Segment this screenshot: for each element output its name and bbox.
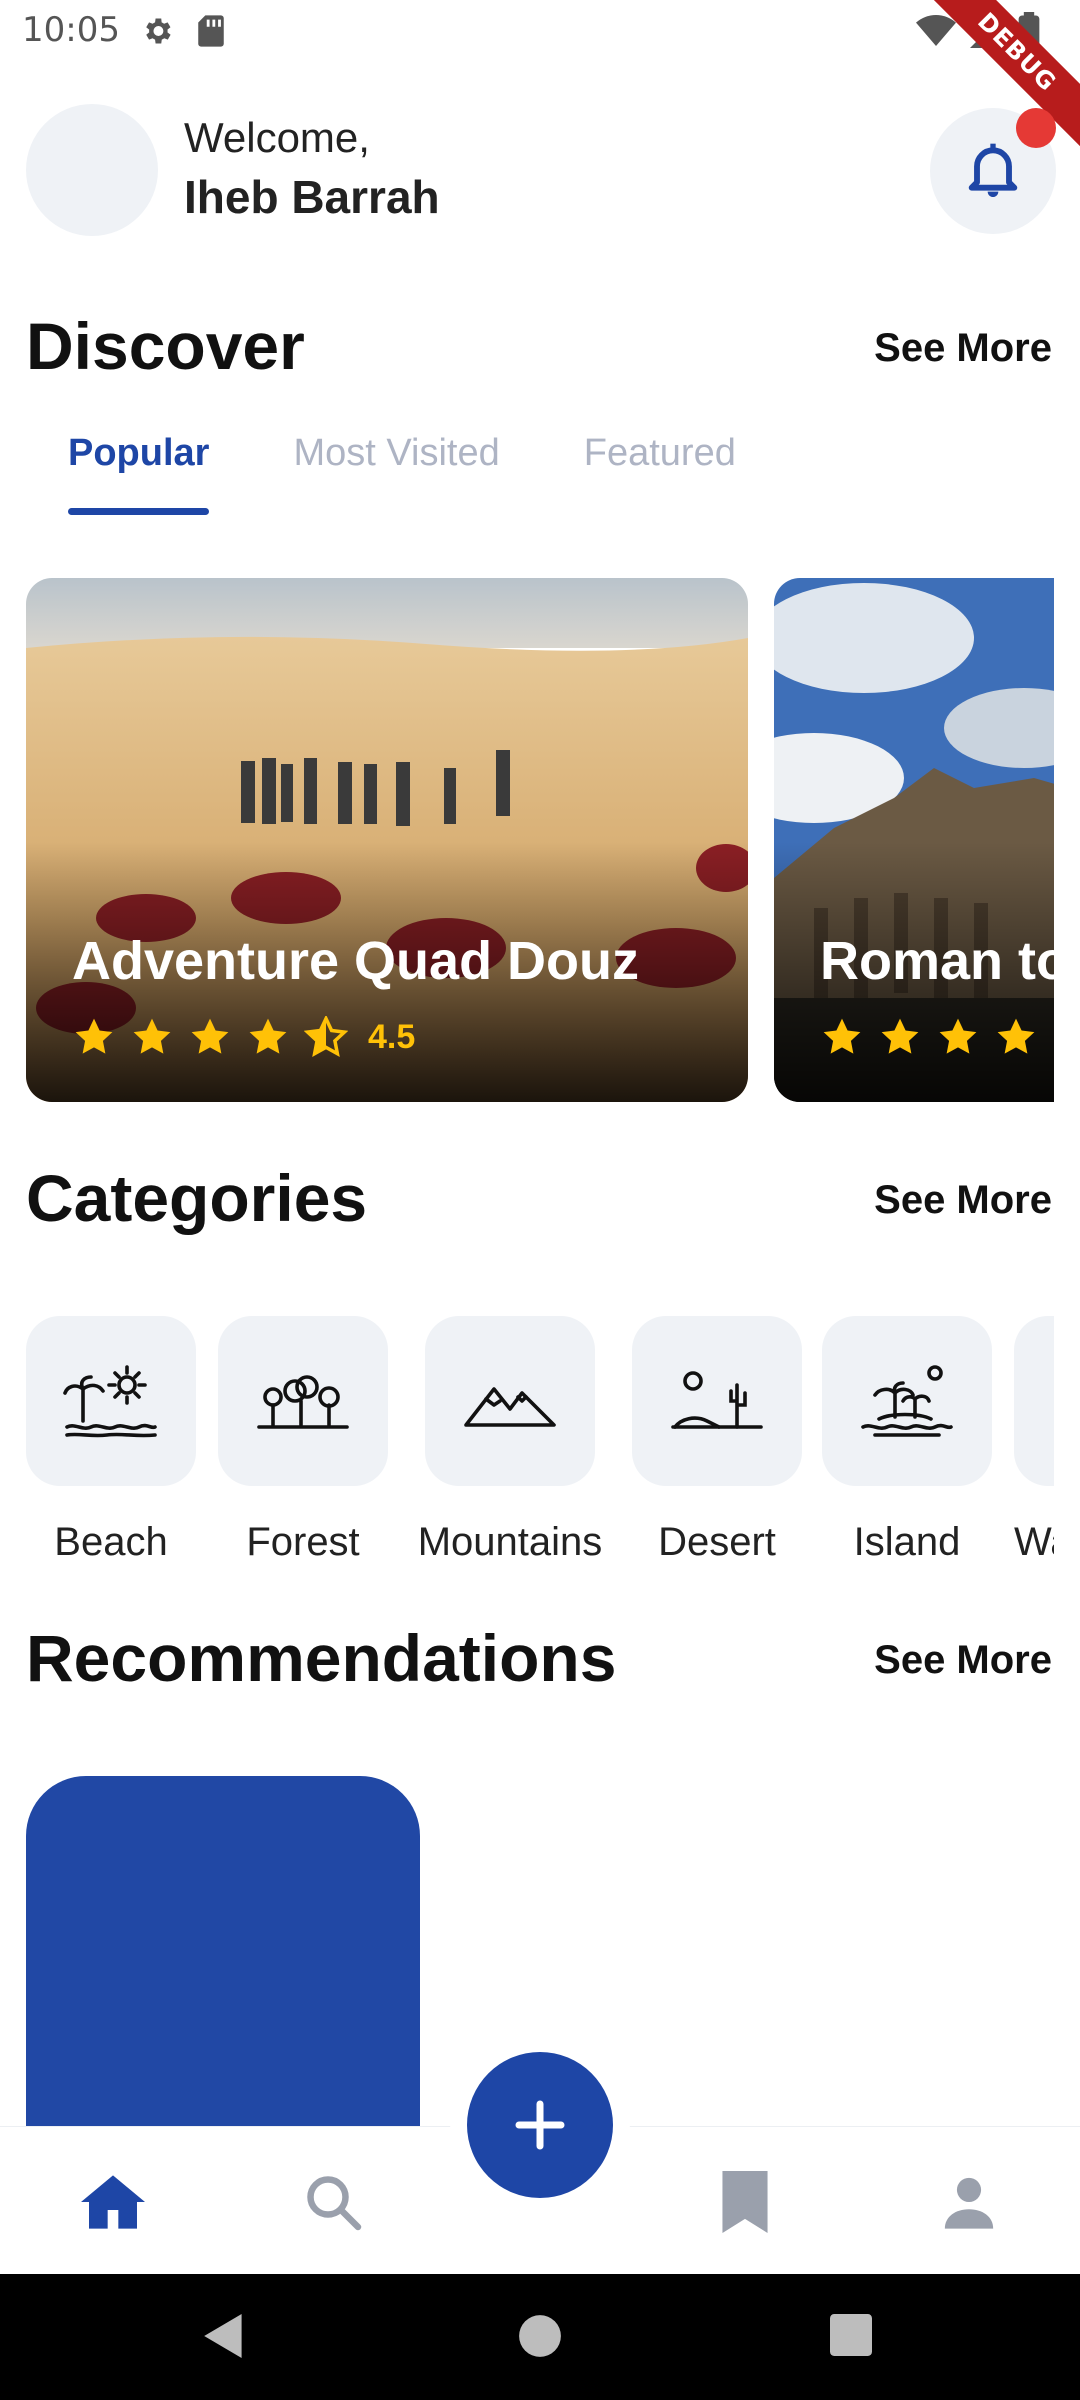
recommendations-title: Recommendations	[26, 1621, 617, 1695]
category-label: Island	[853, 1520, 961, 1564]
category-island[interactable]: Island	[822, 1316, 992, 1565]
discover-tabs: Popular Most Visited Featured	[68, 432, 736, 515]
nav-profile[interactable]	[934, 2167, 1004, 2237]
avatar[interactable]	[26, 104, 158, 236]
destination-card[interactable]: Roman to	[774, 578, 1054, 1102]
categories-title: Categories	[26, 1161, 368, 1235]
system-navigation-bar	[0, 2274, 1080, 2400]
category-waterfall[interactable]: Wa	[1014, 1316, 1054, 1565]
header: Welcome, Iheb Barrah	[26, 104, 1056, 236]
wifi-icon	[916, 14, 956, 53]
star-rating: 4.5	[72, 1016, 415, 1058]
waterfall-icon	[1051, 1361, 1054, 1441]
notification-dot	[1016, 108, 1056, 148]
recents-button[interactable]	[830, 2314, 872, 2361]
nav-search[interactable]	[298, 2167, 368, 2237]
star-icon	[939, 1018, 977, 1054]
category-forest[interactable]: Forest	[218, 1316, 388, 1565]
category-label: Mountains	[417, 1520, 603, 1564]
desert-icon	[671, 1371, 763, 1429]
discover-title: Discover	[26, 309, 305, 383]
add-icon	[515, 2100, 565, 2150]
username: Iheb Barrah	[184, 171, 440, 223]
category-label: Wa	[1014, 1520, 1054, 1564]
recommendations-see-more-button[interactable]: See More	[874, 1638, 1052, 1683]
sd-card-icon	[196, 14, 226, 53]
category-label: Forest	[246, 1520, 360, 1564]
star-icon	[249, 1018, 287, 1054]
category-beach[interactable]: Beach	[26, 1316, 196, 1565]
profile-icon	[944, 2177, 994, 2229]
star-icon	[997, 1018, 1035, 1054]
back-icon	[204, 2314, 242, 2358]
category-label: Desert	[658, 1520, 776, 1564]
discover-see-more-button[interactable]: See More	[874, 326, 1052, 371]
beach-icon	[63, 1365, 157, 1438]
star-rating	[820, 1016, 1038, 1058]
destination-card[interactable]: Adventure Quad Douz 4.5	[26, 578, 748, 1102]
star-icon	[881, 1018, 919, 1054]
recents-icon	[830, 2314, 872, 2356]
add-button[interactable]	[467, 2052, 613, 2198]
categories-list[interactable]: Beach Forest Mountains Desert Island W	[26, 1316, 1054, 1580]
category-label: Beach	[54, 1520, 168, 1564]
home-circle-icon	[519, 2315, 561, 2357]
home-icon	[81, 2175, 145, 2229]
card-title: Adventure Quad Douz	[72, 931, 640, 991]
back-button[interactable]	[202, 2314, 246, 2363]
card-title: Roman to	[820, 931, 1054, 991]
rating-value: 4.5	[368, 1017, 416, 1056]
search-icon	[307, 2176, 362, 2231]
gear-icon	[140, 14, 174, 53]
nav-home[interactable]	[78, 2167, 148, 2237]
home-button[interactable]	[518, 2314, 562, 2363]
recommendation-card[interactable]	[26, 1776, 420, 2136]
notifications-button[interactable]	[930, 108, 1056, 234]
welcome-text: Welcome,	[184, 114, 370, 161]
status-bar: 10:05	[0, 0, 1080, 62]
tab-featured[interactable]: Featured	[584, 432, 736, 515]
nav-bookmarks[interactable]	[710, 2167, 780, 2237]
tab-most-visited[interactable]: Most Visited	[293, 432, 499, 515]
tab-popular[interactable]: Popular	[68, 432, 210, 515]
categories-see-more-button[interactable]: See More	[874, 1178, 1052, 1223]
mountains-icon	[464, 1387, 556, 1427]
category-desert[interactable]: Desert	[632, 1316, 802, 1565]
half-star-icon	[304, 1016, 348, 1057]
bell-icon	[961, 137, 1025, 206]
star-icon	[191, 1018, 229, 1054]
forest-icon	[257, 1375, 349, 1429]
star-icon	[133, 1018, 171, 1054]
star-icon	[75, 1018, 113, 1054]
star-icon	[823, 1018, 861, 1054]
discover-carousel[interactable]: Adventure Quad Douz 4.5 Roman to	[26, 578, 1054, 1102]
category-mountains[interactable]: Mountains	[418, 1316, 602, 1565]
island-icon	[861, 1365, 953, 1437]
bookmark-icon	[722, 2171, 768, 2233]
status-time: 10:05	[22, 10, 120, 50]
